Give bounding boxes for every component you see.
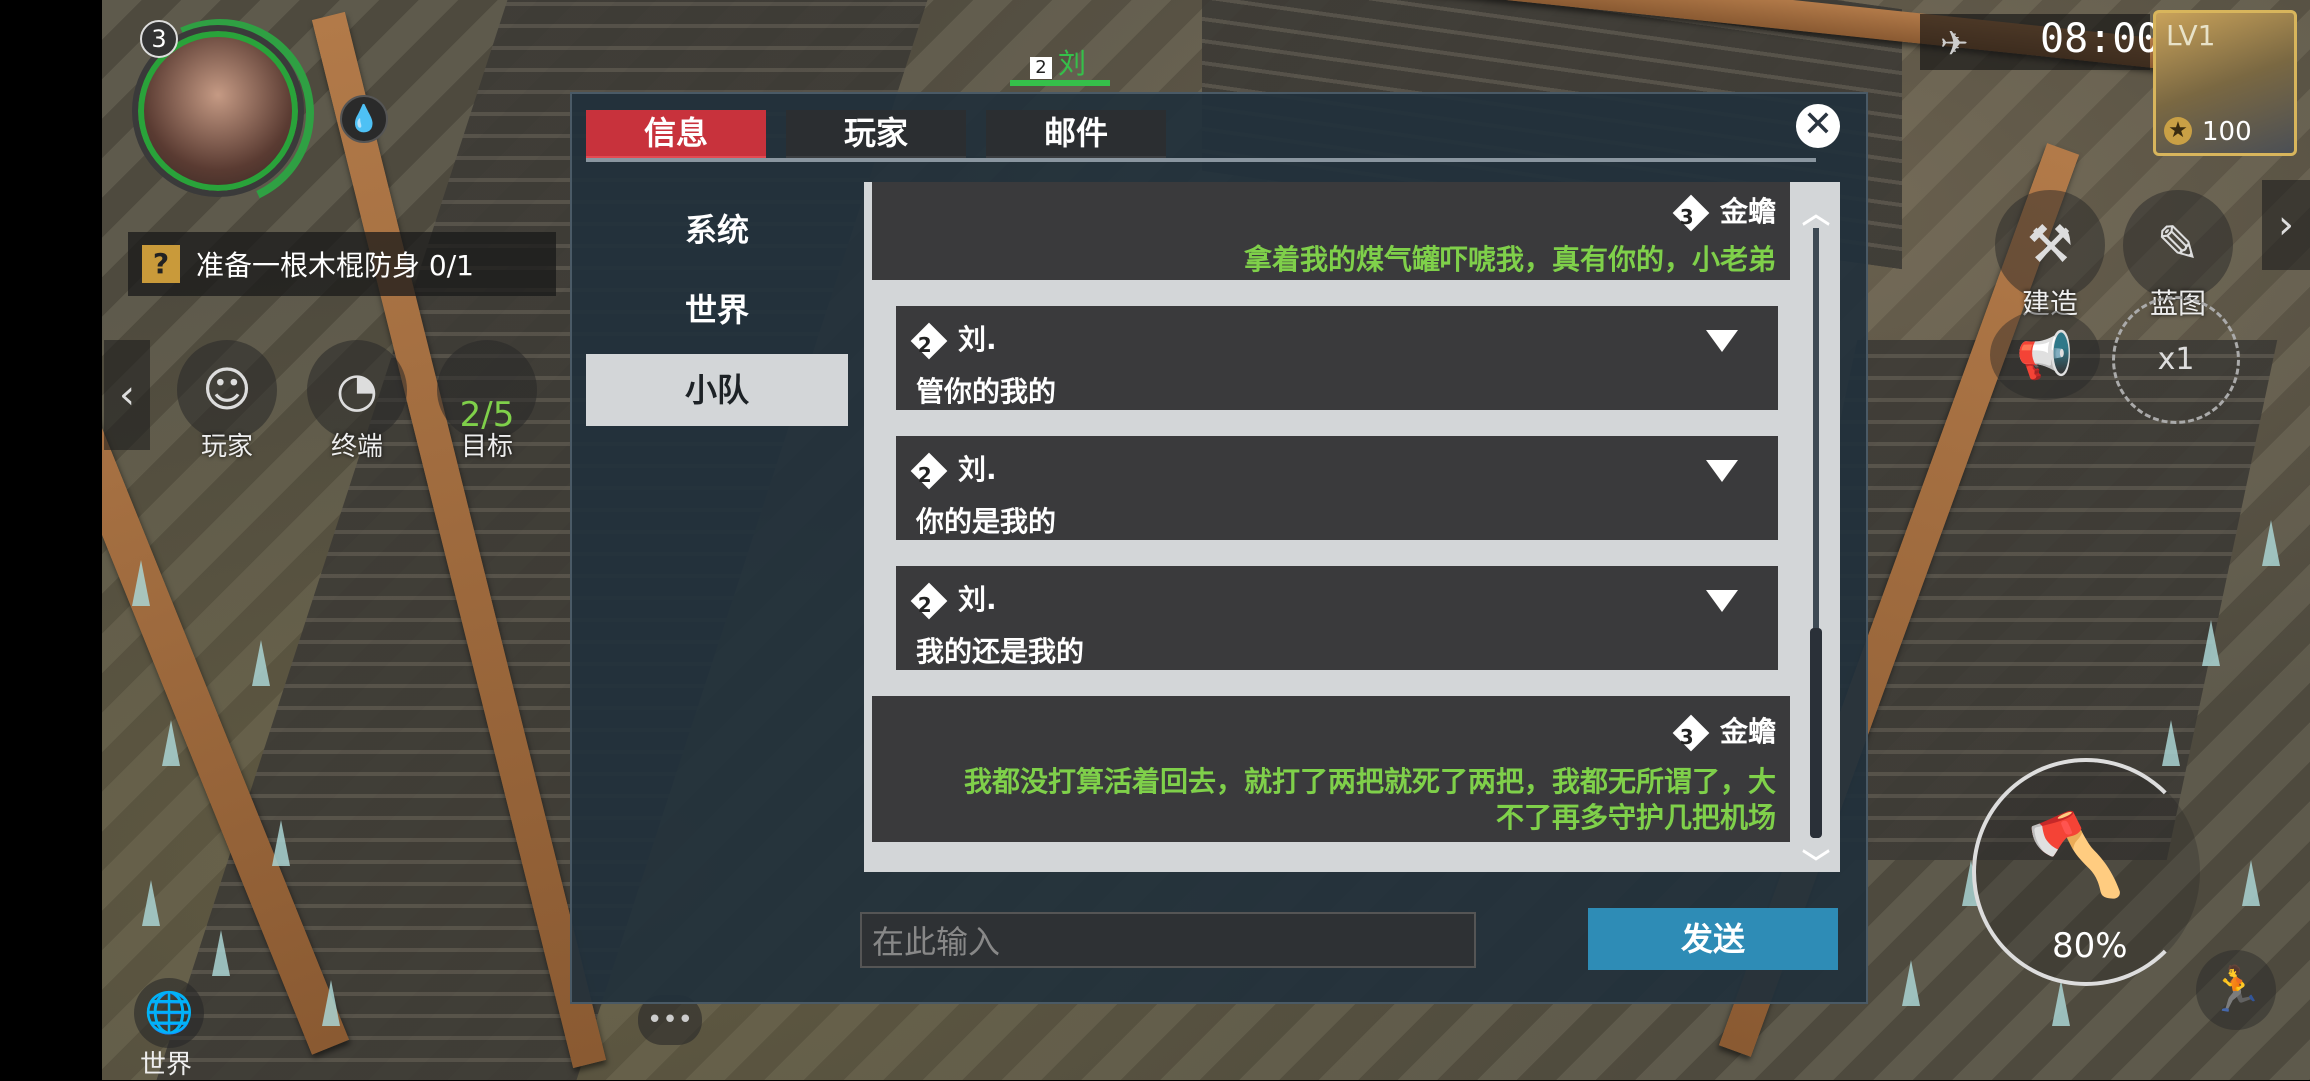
overhead-player-name: 2刘 [1030,42,1086,82]
star-icon: ★ [2164,117,2192,145]
globe-icon[interactable]: 🌐 [134,978,204,1048]
sender: 3 金蟾 [1672,710,1776,752]
axe-icon: 🪓 [2026,808,2126,901]
players-button[interactable]: ☺ 玩家 [172,340,282,463]
channel-squad[interactable]: 小队 [586,354,848,426]
message-text: 我的还是我的 [916,635,1085,668]
spike [1902,960,1920,1006]
multiplier-text: x1 [2157,342,2195,377]
terminal-icon: ◔ [307,340,407,440]
spike [272,820,290,866]
tab-mail[interactable]: 邮件 [986,110,1166,160]
close-icon[interactable]: ✕ [1796,104,1840,148]
quest-text: 准备一根木棍防身 0/1 [196,249,474,282]
team-multiplier[interactable]: x1 [2112,296,2240,424]
spike [322,980,340,1026]
spike [252,640,270,686]
water-drop-icon[interactable]: 💧 [340,95,388,143]
message-text: 拿着我的煤气罐吓唬我，真有你的，小老弟 [1243,243,1776,276]
question-icon: ? [142,245,180,283]
spike [2202,620,2220,666]
chest-level: LV1 [2166,19,2216,52]
message-text: 你的是我的 [916,505,1057,538]
sender: 3 金蟾 [1672,190,1776,232]
reward-chest[interactable]: LV1 ★ 100 [2153,10,2297,156]
weapon-durability: 80% [2052,926,2128,966]
spike [2262,520,2280,566]
sender: 2 刘. [910,578,997,620]
player-level-badge: 3 [140,20,178,58]
clipboard-icon: 2/5 [437,340,537,440]
triangle-down-icon[interactable] [1706,590,1738,612]
terminal-button[interactable]: ◔ 终端 [302,340,412,463]
chat-dialog: 信息 玩家 邮件 ✕ 系统 世界 小队 3 金蟾 拿着我的煤气罐吓唬我，真有你的，… [570,92,1868,1004]
level-badge: 2 [910,582,948,620]
sender: 2 刘. [910,448,997,490]
chevron-left-icon[interactable]: ‹ [104,340,150,450]
spike [2242,860,2260,906]
dialog-tabs: 信息 玩家 邮件 [586,110,1166,160]
build-button[interactable]: ⚒ 建造 [1990,190,2110,322]
tab-info[interactable]: 信息 [586,110,766,160]
sender-name: 刘. [958,453,997,486]
message-scrollbar[interactable]: ︿ ﹀ [1802,197,1830,880]
channel-system[interactable]: 系统 [586,194,848,266]
level-badge: 2 [910,452,948,490]
message-item: 2 刘. 你的是我的 [896,436,1778,540]
spike [2162,720,2180,766]
game-clock: 08:00 [2040,16,2161,62]
tab-divider [586,158,1816,162]
sender: 2 刘. [910,318,997,360]
chevron-up-icon[interactable]: ︿ [1802,192,1830,232]
chevron-down-icon[interactable]: ﹀ [1802,842,1830,882]
sender-name: 金蟾 [1719,715,1776,748]
scroll-thumb[interactable] [1810,628,1822,838]
terminal-label: 终端 [330,432,383,462]
chat-input[interactable]: 在此输入 [860,912,1476,968]
spike [162,720,180,766]
send-button[interactable]: 发送 [1588,908,1838,970]
level-badge: 2 [910,322,948,360]
message-item: 2 刘. 我的还是我的 [896,566,1778,670]
message-item: 3 金蟾 拿着我的煤气罐吓唬我，真有你的，小老弟 [872,182,1790,280]
triangle-down-icon[interactable] [1706,330,1738,352]
message-item: 2 刘. 管你的我的 [896,306,1778,410]
channel-list: 系统 世界 小队 [586,194,848,434]
goals-label: 目标 [460,432,513,462]
spike [2052,980,2070,1026]
spike [212,930,230,976]
message-item: 3 金蟾 我都没打算活着回去，就打了两把就死了两把，我都无所谓了，大 不了再多守护几… [872,696,1790,842]
chevron-right-icon[interactable]: › [2262,180,2310,270]
sender-name: 刘. [958,323,997,356]
world-label: 世界 [140,1050,193,1080]
sender-name: 金蟾 [1719,195,1776,228]
megaphone-icon[interactable]: 📢 [1990,310,2100,400]
spike [142,880,160,926]
level-badge: 3 [1672,194,1710,232]
people-icon: ☺ [177,340,277,440]
goals-button[interactable]: 2/5 目标 [432,340,542,463]
channel-world[interactable]: 世界 [586,274,848,346]
overhead-health-bar [1010,80,1110,86]
level-badge: 3 [1672,714,1710,752]
players-label: 玩家 [200,432,253,462]
helicopter-icon[interactable]: ✈ [1940,24,1969,64]
message-text: 我都没打算活着回去，就打了两把就死了两把，我都无所谓了，大 不了再多守护几把机场 [963,765,1776,834]
message-text: 管你的我的 [916,375,1057,408]
chest-count: 100 [2202,117,2252,147]
tab-players[interactable]: 玩家 [786,110,966,160]
sprint-icon[interactable]: 🏃 [2196,950,2276,1030]
sender-name: 刘. [958,583,997,616]
triangle-down-icon[interactable] [1706,460,1738,482]
quest-tracker[interactable]: ? 准备一根木棍防身 0/1 [128,232,556,296]
spike [132,560,150,606]
message-list[interactable]: 3 金蟾 拿着我的煤气罐吓唬我，真有你的，小老弟 2 刘. 管你的我的 2 刘. 你的… [864,182,1840,872]
